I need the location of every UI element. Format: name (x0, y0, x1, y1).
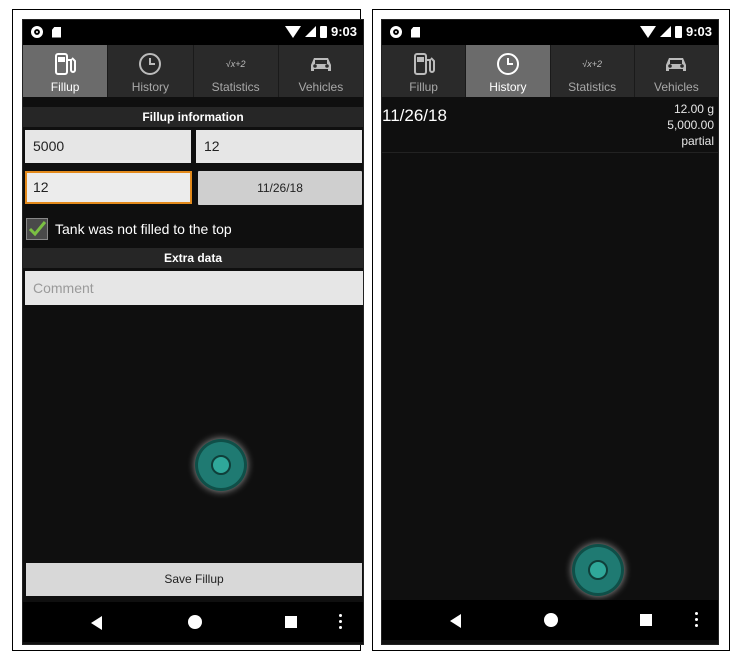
partial-fill-label[interactable]: Tank was not filled to the top (55, 221, 232, 237)
formula-icon: √x+2 (582, 59, 602, 69)
cell-signal-icon (304, 26, 316, 37)
history-values: 12.00 g 5,000.00 partial (667, 101, 714, 149)
more-options-icon[interactable] (339, 614, 342, 629)
phone-screen-fillup: 9:03 Fillup History √x+2 Statistics Vehi… (22, 19, 364, 645)
status-time: 9:03 (685, 24, 712, 39)
touch-indicator-core (211, 455, 231, 475)
battery-icon (674, 25, 682, 38)
volume-field[interactable]: 12 (196, 130, 362, 163)
partial-fill-checkbox[interactable] (26, 218, 48, 240)
touch-indicator (575, 547, 621, 593)
tab-statistics[interactable]: √x+2 Statistics (194, 45, 279, 97)
history-odometer: 5,000.00 (667, 118, 714, 132)
back-icon[interactable] (450, 614, 461, 628)
wifi-icon (284, 25, 301, 38)
tab-bar: Fillup History √x+2 Statistics Vehicles (23, 45, 363, 97)
sd-card-icon (411, 26, 420, 38)
tab-bar: Fillup History √x+2 Statistics Vehicles (382, 45, 718, 97)
notification-icon (31, 26, 43, 38)
clock-icon (135, 51, 165, 77)
comment-field[interactable]: Comment (25, 271, 363, 305)
notification-icon (390, 26, 402, 38)
home-icon[interactable] (188, 615, 202, 629)
back-icon[interactable] (91, 616, 102, 630)
sd-card-icon (52, 26, 61, 38)
tab-label: Fillup (409, 80, 438, 94)
wifi-icon (639, 25, 656, 38)
tab-label: Vehicles (298, 80, 344, 94)
status-time: 9:03 (330, 24, 357, 39)
recent-apps-icon[interactable] (285, 616, 297, 628)
nav-bar (23, 602, 363, 642)
history-fill-type: partial (681, 134, 714, 148)
price-field[interactable]: 12 (25, 171, 192, 204)
tab-vehicles[interactable]: Vehicles (279, 45, 363, 97)
formula-icon: √x+2 (225, 59, 246, 69)
tab-label: History (489, 80, 527, 94)
history-date: 11/26/18 (382, 106, 447, 125)
tab-label: Fillup (50, 80, 80, 94)
nav-bar (382, 600, 718, 640)
clock-icon (493, 51, 523, 77)
car-icon (661, 51, 691, 77)
battery-icon (319, 25, 327, 38)
history-list-item[interactable]: 11/26/18 12.00 g 5,000.00 partial (382, 97, 718, 153)
status-bar: 9:03 (382, 20, 718, 45)
section-header-fillup-information: Fillup information (23, 107, 363, 127)
save-fillup-button[interactable]: Save Fillup (26, 563, 362, 596)
fuel-pump-icon (50, 51, 80, 77)
status-bar: 9:03 (23, 20, 363, 45)
tab-history[interactable]: History (466, 45, 551, 97)
phone-screen-history: 9:03 Fillup History √x+2 Statistics Vehi… (381, 19, 719, 645)
tab-vehicles[interactable]: Vehicles (635, 45, 718, 97)
tab-label: Statistics (568, 80, 617, 94)
fuel-pump-icon (409, 51, 439, 77)
date-button[interactable]: 11/26/18 (198, 171, 362, 205)
checkmark-icon (28, 221, 47, 237)
home-icon[interactable] (544, 613, 558, 627)
tab-statistics[interactable]: √x+2 Statistics (551, 45, 635, 97)
tab-label: History (131, 80, 170, 94)
tab-label: Statistics (211, 80, 260, 94)
cell-signal-icon (659, 26, 671, 37)
tab-history[interactable]: History (108, 45, 194, 97)
history-volume: 12.00 g (673, 102, 714, 116)
section-header-extra-data: Extra data (23, 248, 363, 268)
tab-fillup[interactable]: Fillup (382, 45, 467, 97)
more-options-icon[interactable] (695, 612, 698, 627)
touch-indicator-core (588, 560, 608, 580)
recent-apps-icon[interactable] (640, 614, 652, 626)
car-icon (306, 51, 336, 77)
touch-indicator (198, 442, 244, 488)
tab-label: Vehicles (654, 80, 699, 94)
fillup-screenshot-panel: 9:03 Fillup History √x+2 Statistics Vehi… (12, 9, 364, 651)
tab-fillup[interactable]: Fillup (23, 45, 109, 97)
history-screenshot-panel: 9:03 Fillup History √x+2 Statistics Vehi… (372, 9, 730, 651)
odometer-field[interactable]: 5000 (25, 130, 191, 163)
